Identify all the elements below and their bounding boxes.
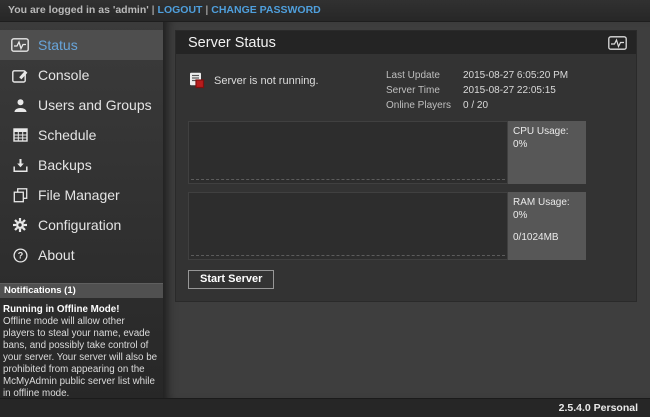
page-title: Server Status (188, 35, 608, 51)
version-label: 2.5.4.0 Personal (559, 402, 638, 414)
footer-bar: 2.5.4.0 Personal (0, 398, 650, 417)
users-icon (11, 97, 29, 113)
question-icon: ? (11, 247, 29, 263)
cpu-usage-label: CPU Usage: (513, 126, 581, 139)
sidebar-item-label: Users and Groups (38, 97, 152, 113)
schedule-icon (11, 127, 29, 143)
sidebar-item-schedule[interactable]: Schedule (0, 120, 163, 150)
sidebar-item-label: Console (38, 67, 89, 83)
cpu-usage-label-box: CPU Usage: 0% (508, 121, 586, 184)
status-chart-icon (608, 36, 627, 50)
info-row-last-update: Last Update 2015-08-27 6:05:20 PM (386, 68, 586, 83)
backups-icon (11, 157, 29, 173)
sidebar-item-users-and-groups[interactable]: Users and Groups (0, 90, 163, 120)
notification-item: Running in Offline Mode! Offline mode wi… (0, 298, 163, 400)
sidebar-item-file-manager[interactable]: File Manager (0, 180, 163, 210)
start-server-button[interactable]: Start Server (188, 270, 274, 289)
sidebar-item-backups[interactable]: Backups (0, 150, 163, 180)
sidebar-item-label: Configuration (38, 217, 121, 233)
sidebar-item-configuration[interactable]: Configuration (0, 210, 163, 240)
notifications-panel: Notifications (1) Running in Offline Mod… (0, 283, 163, 400)
change-password-link[interactable]: CHANGE PASSWORD (211, 4, 320, 16)
sidebar-item-about[interactable]: ? About (0, 240, 163, 270)
sidebar-nav: Status Console Users and Groups (0, 22, 163, 270)
main-area: Server Status (163, 22, 650, 398)
top-bar: You are logged in as 'admin' | LOGOUT | … (0, 0, 650, 22)
gear-icon (11, 217, 29, 233)
sidebar-item-label: Backups (38, 157, 92, 173)
info-row-server-time: Server Time 2015-08-27 22:05:15 (386, 83, 586, 98)
chart-baseline (191, 255, 505, 256)
info-value: 2015-08-27 22:05:15 (463, 83, 556, 98)
info-label: Server Time (386, 83, 463, 98)
ram-usage-section: RAM Usage: 0% 0/1024MB (188, 192, 586, 260)
sidebar-item-label: About (38, 247, 75, 263)
console-icon (11, 67, 29, 83)
status-chart-icon (11, 37, 29, 53)
notification-title: Running in Offline Mode! (3, 304, 159, 316)
ram-usage-label: RAM Usage: (513, 197, 581, 210)
info-value: 0 / 20 (463, 98, 488, 113)
cpu-usage-section: CPU Usage: 0% (188, 121, 586, 184)
ram-usage-label-box: RAM Usage: 0% 0/1024MB (508, 192, 586, 260)
sidebar-item-label: File Manager (38, 187, 120, 203)
svg-text:?: ? (17, 250, 23, 260)
panel-body: Server is not running. Last Update 2015-… (176, 54, 636, 301)
server-status-panel: Server Status (175, 30, 637, 302)
server-state: Server is not running. (188, 67, 386, 89)
panel-header: Server Status (176, 31, 636, 54)
info-value: 2015-08-27 6:05:20 PM (463, 68, 568, 83)
sidebar-item-console[interactable]: Console (0, 60, 163, 90)
ram-usage-chart (188, 192, 508, 260)
sidebar-item-label: Schedule (38, 127, 96, 143)
sidebar-item-status[interactable]: Status (0, 30, 163, 60)
ram-usage-value: 0% (513, 210, 581, 223)
cpu-usage-chart (188, 121, 508, 184)
ram-usage-detail: 0/1024MB (513, 232, 581, 245)
info-label: Online Players (386, 98, 463, 113)
status-row: Server is not running. Last Update 2015-… (188, 67, 586, 113)
cpu-usage-value: 0% (513, 139, 581, 152)
chart-baseline (191, 179, 505, 180)
logged-in-text: You are logged in as 'admin' (8, 4, 149, 16)
server-state-message: Server is not running. (214, 72, 319, 87)
notification-body-text: Offline mode will allow other players to… (3, 316, 159, 400)
info-row-online-players: Online Players 0 / 20 (386, 98, 586, 113)
server-info-table: Last Update 2015-08-27 6:05:20 PM Server… (386, 67, 586, 113)
sidebar-item-label: Status (38, 37, 78, 53)
server-stopped-icon (188, 72, 205, 89)
sidebar: Status Console Users and Groups (0, 22, 163, 398)
file-manager-icon (11, 187, 29, 203)
info-label: Last Update (386, 68, 463, 83)
logout-link[interactable]: LOGOUT (158, 4, 203, 16)
notifications-header: Notifications (1) (0, 283, 163, 298)
